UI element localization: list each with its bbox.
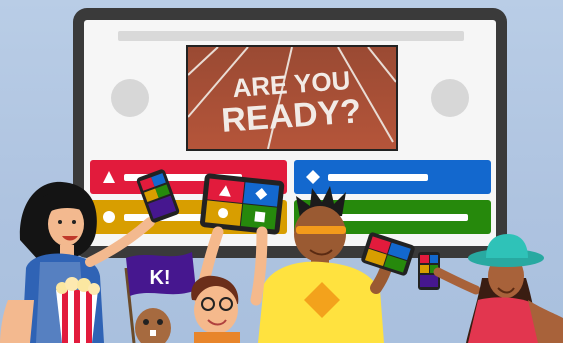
girl-with-hat xyxy=(466,234,563,343)
illustration-scene: ARE YOU READY? K! xyxy=(0,0,563,343)
beaver-mascot xyxy=(135,308,171,343)
characters-layer: K! xyxy=(0,169,563,343)
phone-left xyxy=(136,169,180,223)
tablet-center xyxy=(199,173,285,235)
kahoot-flag-text: K! xyxy=(149,267,170,289)
phone-center-right xyxy=(361,232,415,276)
boy-with-glasses xyxy=(191,275,240,343)
